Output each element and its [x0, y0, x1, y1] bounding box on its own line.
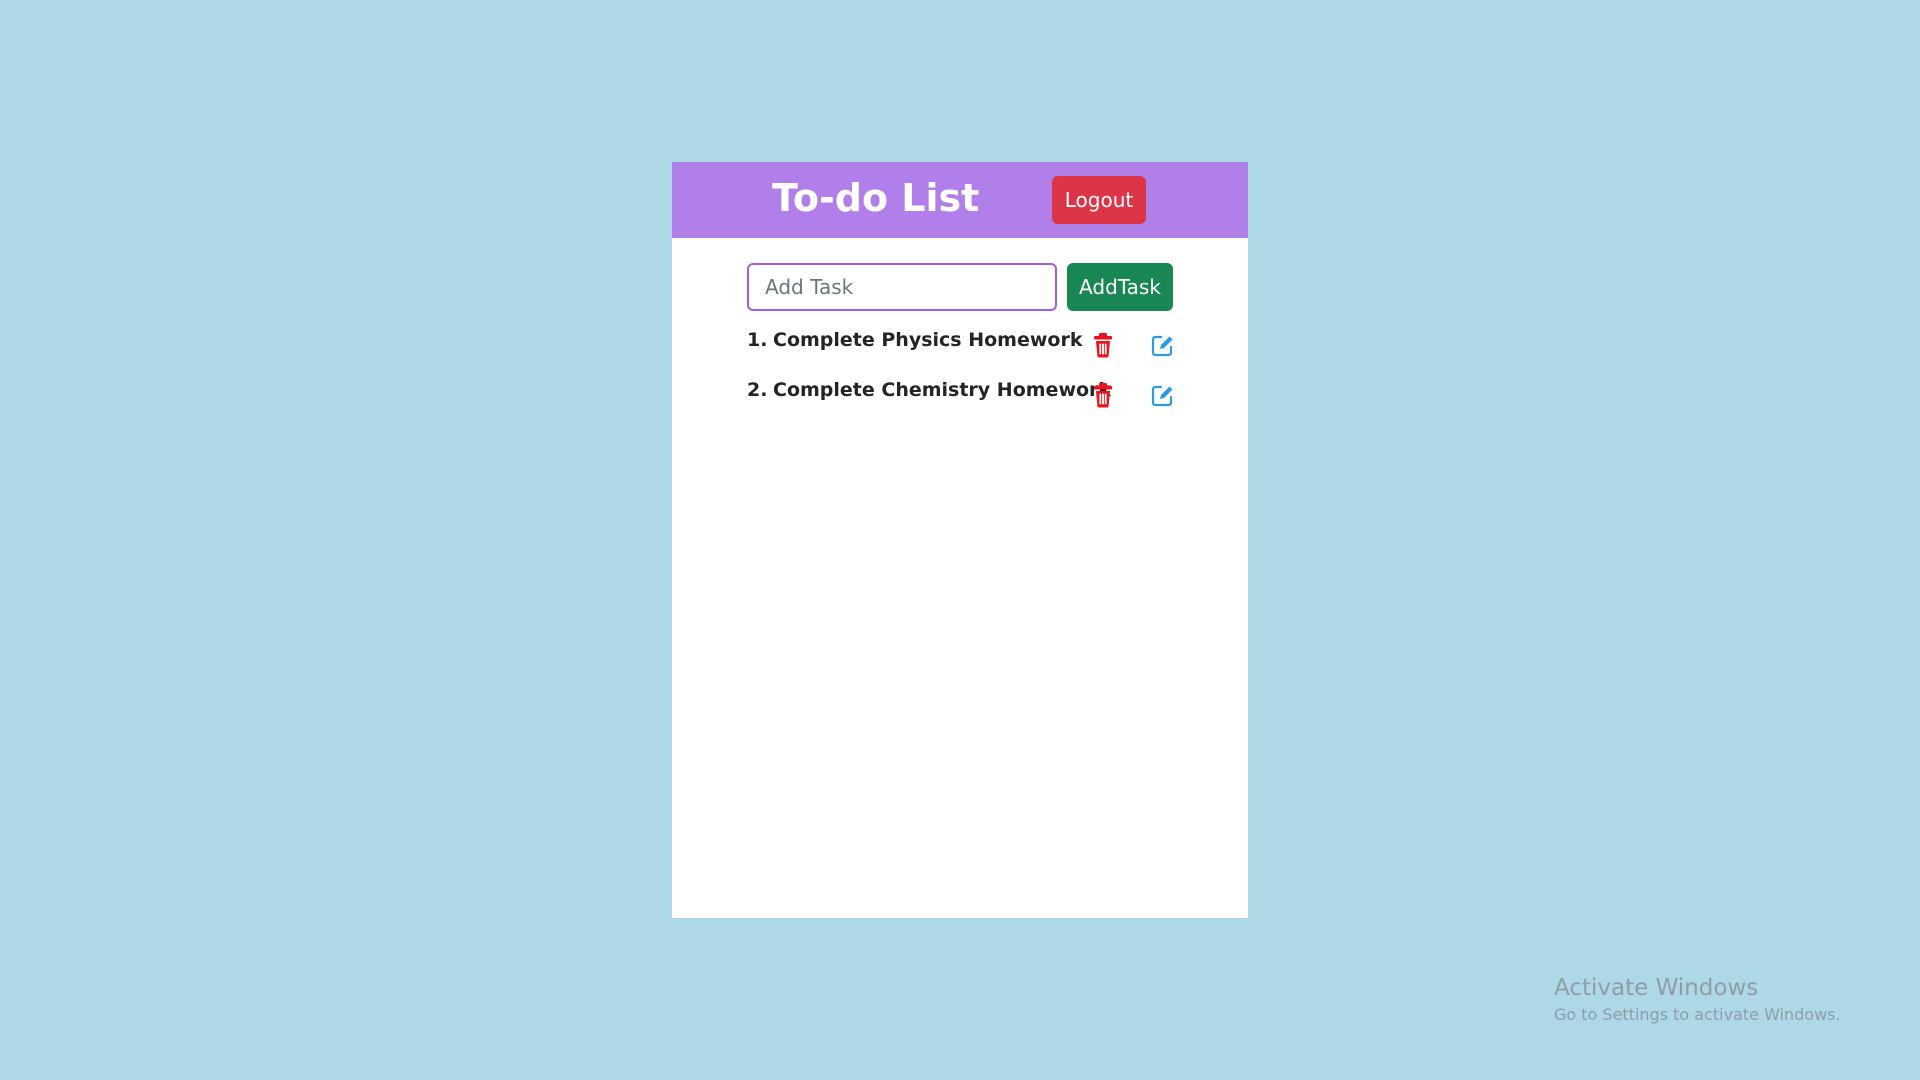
trash-icon [1094, 383, 1112, 408]
header-bar: To-do List Logout [672, 162, 1248, 238]
logout-button[interactable]: Logout [1052, 176, 1146, 224]
task-text: Complete Physics Homework [773, 329, 1083, 351]
delete-task-button[interactable] [1091, 332, 1115, 358]
edit-task-button[interactable] [1150, 332, 1174, 358]
task-number: 2. [747, 379, 768, 401]
task-item: 2. Complete Chemistry Homework [747, 372, 1187, 422]
add-task-button[interactable]: AddTask [1067, 263, 1173, 311]
task-item: 1. Complete Physics Homework [747, 322, 1187, 372]
delete-task-button[interactable] [1091, 382, 1115, 408]
watermark-subtitle: Go to Settings to activate Windows. [1554, 1005, 1841, 1024]
trash-icon [1094, 333, 1112, 358]
add-task-input[interactable] [747, 263, 1057, 311]
todo-card: To-do List Logout AddTask 1. Complete Ph… [672, 162, 1248, 918]
edit-icon [1151, 385, 1173, 407]
page-title: To-do List [772, 176, 980, 220]
task-number: 1. [747, 329, 768, 351]
watermark-title: Activate Windows [1554, 975, 1759, 1001]
activate-windows-watermark: Activate Windows Go to Settings to activ… [1554, 973, 1841, 1027]
edit-task-button[interactable] [1150, 382, 1174, 408]
task-text: Complete Chemistry Homework [773, 379, 1112, 401]
edit-icon [1151, 335, 1173, 357]
task-list: 1. Complete Physics Homework 2. Complete… [747, 322, 1187, 422]
